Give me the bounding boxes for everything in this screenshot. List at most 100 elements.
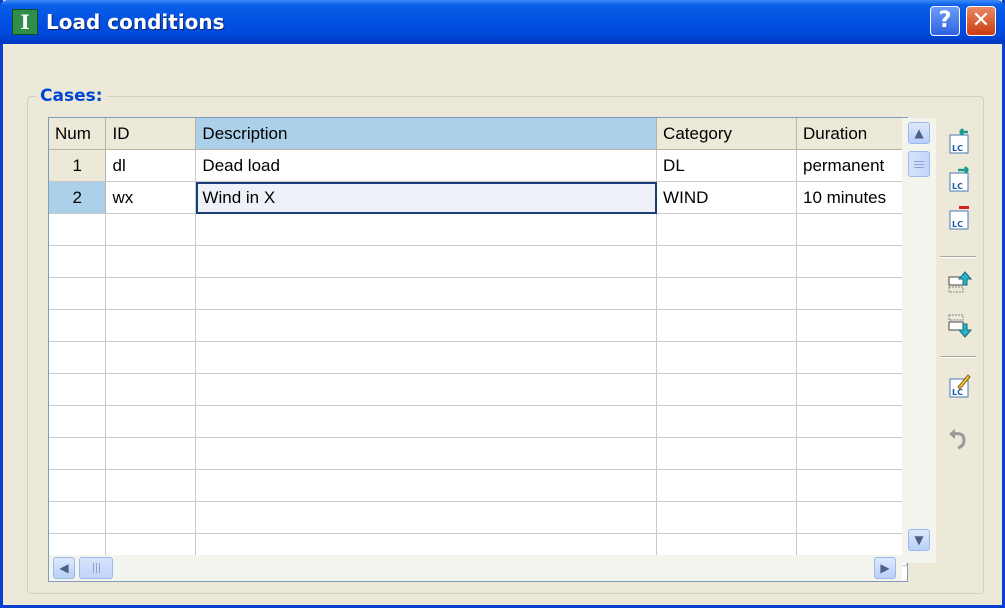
column-header-id[interactable]: ID <box>105 118 197 150</box>
scroll-left-button[interactable]: ◀ <box>53 557 75 579</box>
empty-cell[interactable] <box>195 469 658 502</box>
column-header-num[interactable]: Num <box>49 118 107 150</box>
cases-grid[interactable]: Num ID Description Category Duration 1 d… <box>48 117 908 582</box>
empty-cell[interactable] <box>656 309 797 342</box>
empty-cell[interactable] <box>105 437 197 470</box>
empty-cell[interactable] <box>656 213 797 246</box>
empty-cell[interactable] <box>796 277 907 310</box>
empty-cell[interactable] <box>195 437 658 470</box>
app-icon: I <box>12 9 38 35</box>
empty-cell[interactable] <box>49 469 107 502</box>
empty-table-row[interactable] <box>49 405 907 438</box>
empty-cell[interactable] <box>105 309 197 342</box>
empty-cell[interactable] <box>796 373 907 406</box>
empty-cell[interactable] <box>105 277 197 310</box>
empty-cell[interactable] <box>796 341 907 374</box>
scroll-right-button[interactable]: ▶ <box>874 557 896 579</box>
empty-cell[interactable] <box>105 405 197 438</box>
empty-cell[interactable] <box>656 501 797 534</box>
description-cell[interactable]: Dead load <box>195 149 658 182</box>
column-header-category[interactable]: Category <box>656 118 797 150</box>
empty-cell[interactable] <box>656 245 797 278</box>
empty-cell[interactable] <box>49 437 107 470</box>
vertical-scrollbar[interactable]: ▲ ▼ <box>902 118 936 563</box>
row-num-cell[interactable]: 1 <box>49 149 107 182</box>
empty-cell[interactable] <box>49 373 107 406</box>
empty-cell[interactable] <box>105 213 197 246</box>
id-cell[interactable]: dl <box>105 149 197 182</box>
duration-cell[interactable]: permanent <box>796 149 907 182</box>
empty-cell[interactable] <box>49 245 107 278</box>
horizontal-scroll-thumb[interactable] <box>79 557 113 579</box>
empty-cell[interactable] <box>796 501 907 534</box>
window-title: Load conditions <box>46 10 225 34</box>
undo-button[interactable] <box>946 426 972 452</box>
description-cell-selected[interactable]: Wind in X <box>195 181 658 214</box>
duration-cell[interactable]: 10 minutes <box>796 181 907 214</box>
empty-table-row[interactable] <box>49 277 907 310</box>
empty-cell[interactable] <box>796 309 907 342</box>
help-button[interactable]: ? <box>930 6 960 36</box>
id-cell[interactable]: wx <box>105 181 197 214</box>
empty-cell[interactable] <box>796 437 907 470</box>
empty-cell[interactable] <box>49 213 107 246</box>
empty-table-row[interactable] <box>49 373 907 406</box>
empty-cell[interactable] <box>105 341 197 374</box>
empty-cell[interactable] <box>105 373 197 406</box>
empty-cell[interactable] <box>796 405 907 438</box>
delete-case-button[interactable]: LC <box>946 204 972 230</box>
close-button[interactable]: ✕ <box>966 6 996 36</box>
empty-cell[interactable] <box>656 277 797 310</box>
edit-case-button[interactable]: LC <box>946 372 972 398</box>
table-row[interactable]: 1 dl Dead load DL permanent <box>49 149 907 182</box>
move-down-button[interactable] <box>946 313 973 339</box>
empty-cell[interactable] <box>49 277 107 310</box>
empty-cell[interactable] <box>796 245 907 278</box>
empty-cell[interactable] <box>195 213 658 246</box>
empty-cell[interactable] <box>105 469 197 502</box>
svg-text:LC: LC <box>952 388 963 397</box>
empty-table-row[interactable] <box>49 341 907 374</box>
empty-cell[interactable] <box>656 341 797 374</box>
empty-cell[interactable] <box>105 501 197 534</box>
empty-cell[interactable] <box>105 245 197 278</box>
scroll-down-button[interactable]: ▼ <box>908 529 930 551</box>
insert-case-button[interactable]: LC <box>946 128 972 154</box>
empty-table-row[interactable] <box>49 309 907 342</box>
table-row-selected[interactable]: 2 wx Wind in X WIND 10 minutes <box>49 181 907 214</box>
empty-cell[interactable] <box>195 309 658 342</box>
column-header-description[interactable]: Description <box>195 118 658 150</box>
category-cell[interactable]: WIND <box>656 181 797 214</box>
empty-cell[interactable] <box>195 373 658 406</box>
horizontal-scrollbar[interactable]: ◀ ▶ <box>49 555 902 581</box>
empty-cell[interactable] <box>195 405 658 438</box>
empty-table-row[interactable] <box>49 437 907 470</box>
empty-cell[interactable] <box>195 501 658 534</box>
empty-cell[interactable] <box>796 469 907 502</box>
scroll-up-button[interactable]: ▲ <box>908 122 930 144</box>
svg-text:LC: LC <box>952 220 963 229</box>
move-up-button[interactable] <box>946 268 973 294</box>
vertical-scroll-thumb[interactable] <box>908 151 930 177</box>
category-cell[interactable]: DL <box>656 149 797 182</box>
empty-cell[interactable] <box>656 373 797 406</box>
empty-cell[interactable] <box>656 405 797 438</box>
empty-cell[interactable] <box>195 277 658 310</box>
empty-table-row[interactable] <box>49 213 907 246</box>
empty-table-row[interactable] <box>49 469 907 502</box>
empty-table-row[interactable] <box>49 245 907 278</box>
empty-cell[interactable] <box>656 469 797 502</box>
empty-cell[interactable] <box>796 213 907 246</box>
empty-cell[interactable] <box>49 501 107 534</box>
empty-cell[interactable] <box>49 341 107 374</box>
title-bar[interactable]: I Load conditions ? ✕ <box>0 0 1005 44</box>
add-case-button[interactable]: LC <box>946 166 972 192</box>
empty-cell[interactable] <box>49 405 107 438</box>
empty-table-row[interactable] <box>49 501 907 534</box>
empty-cell[interactable] <box>195 341 658 374</box>
row-num-cell[interactable]: 2 <box>49 181 107 214</box>
empty-cell[interactable] <box>49 309 107 342</box>
empty-cell[interactable] <box>656 437 797 470</box>
column-header-duration[interactable]: Duration <box>796 118 907 150</box>
empty-cell[interactable] <box>195 245 658 278</box>
